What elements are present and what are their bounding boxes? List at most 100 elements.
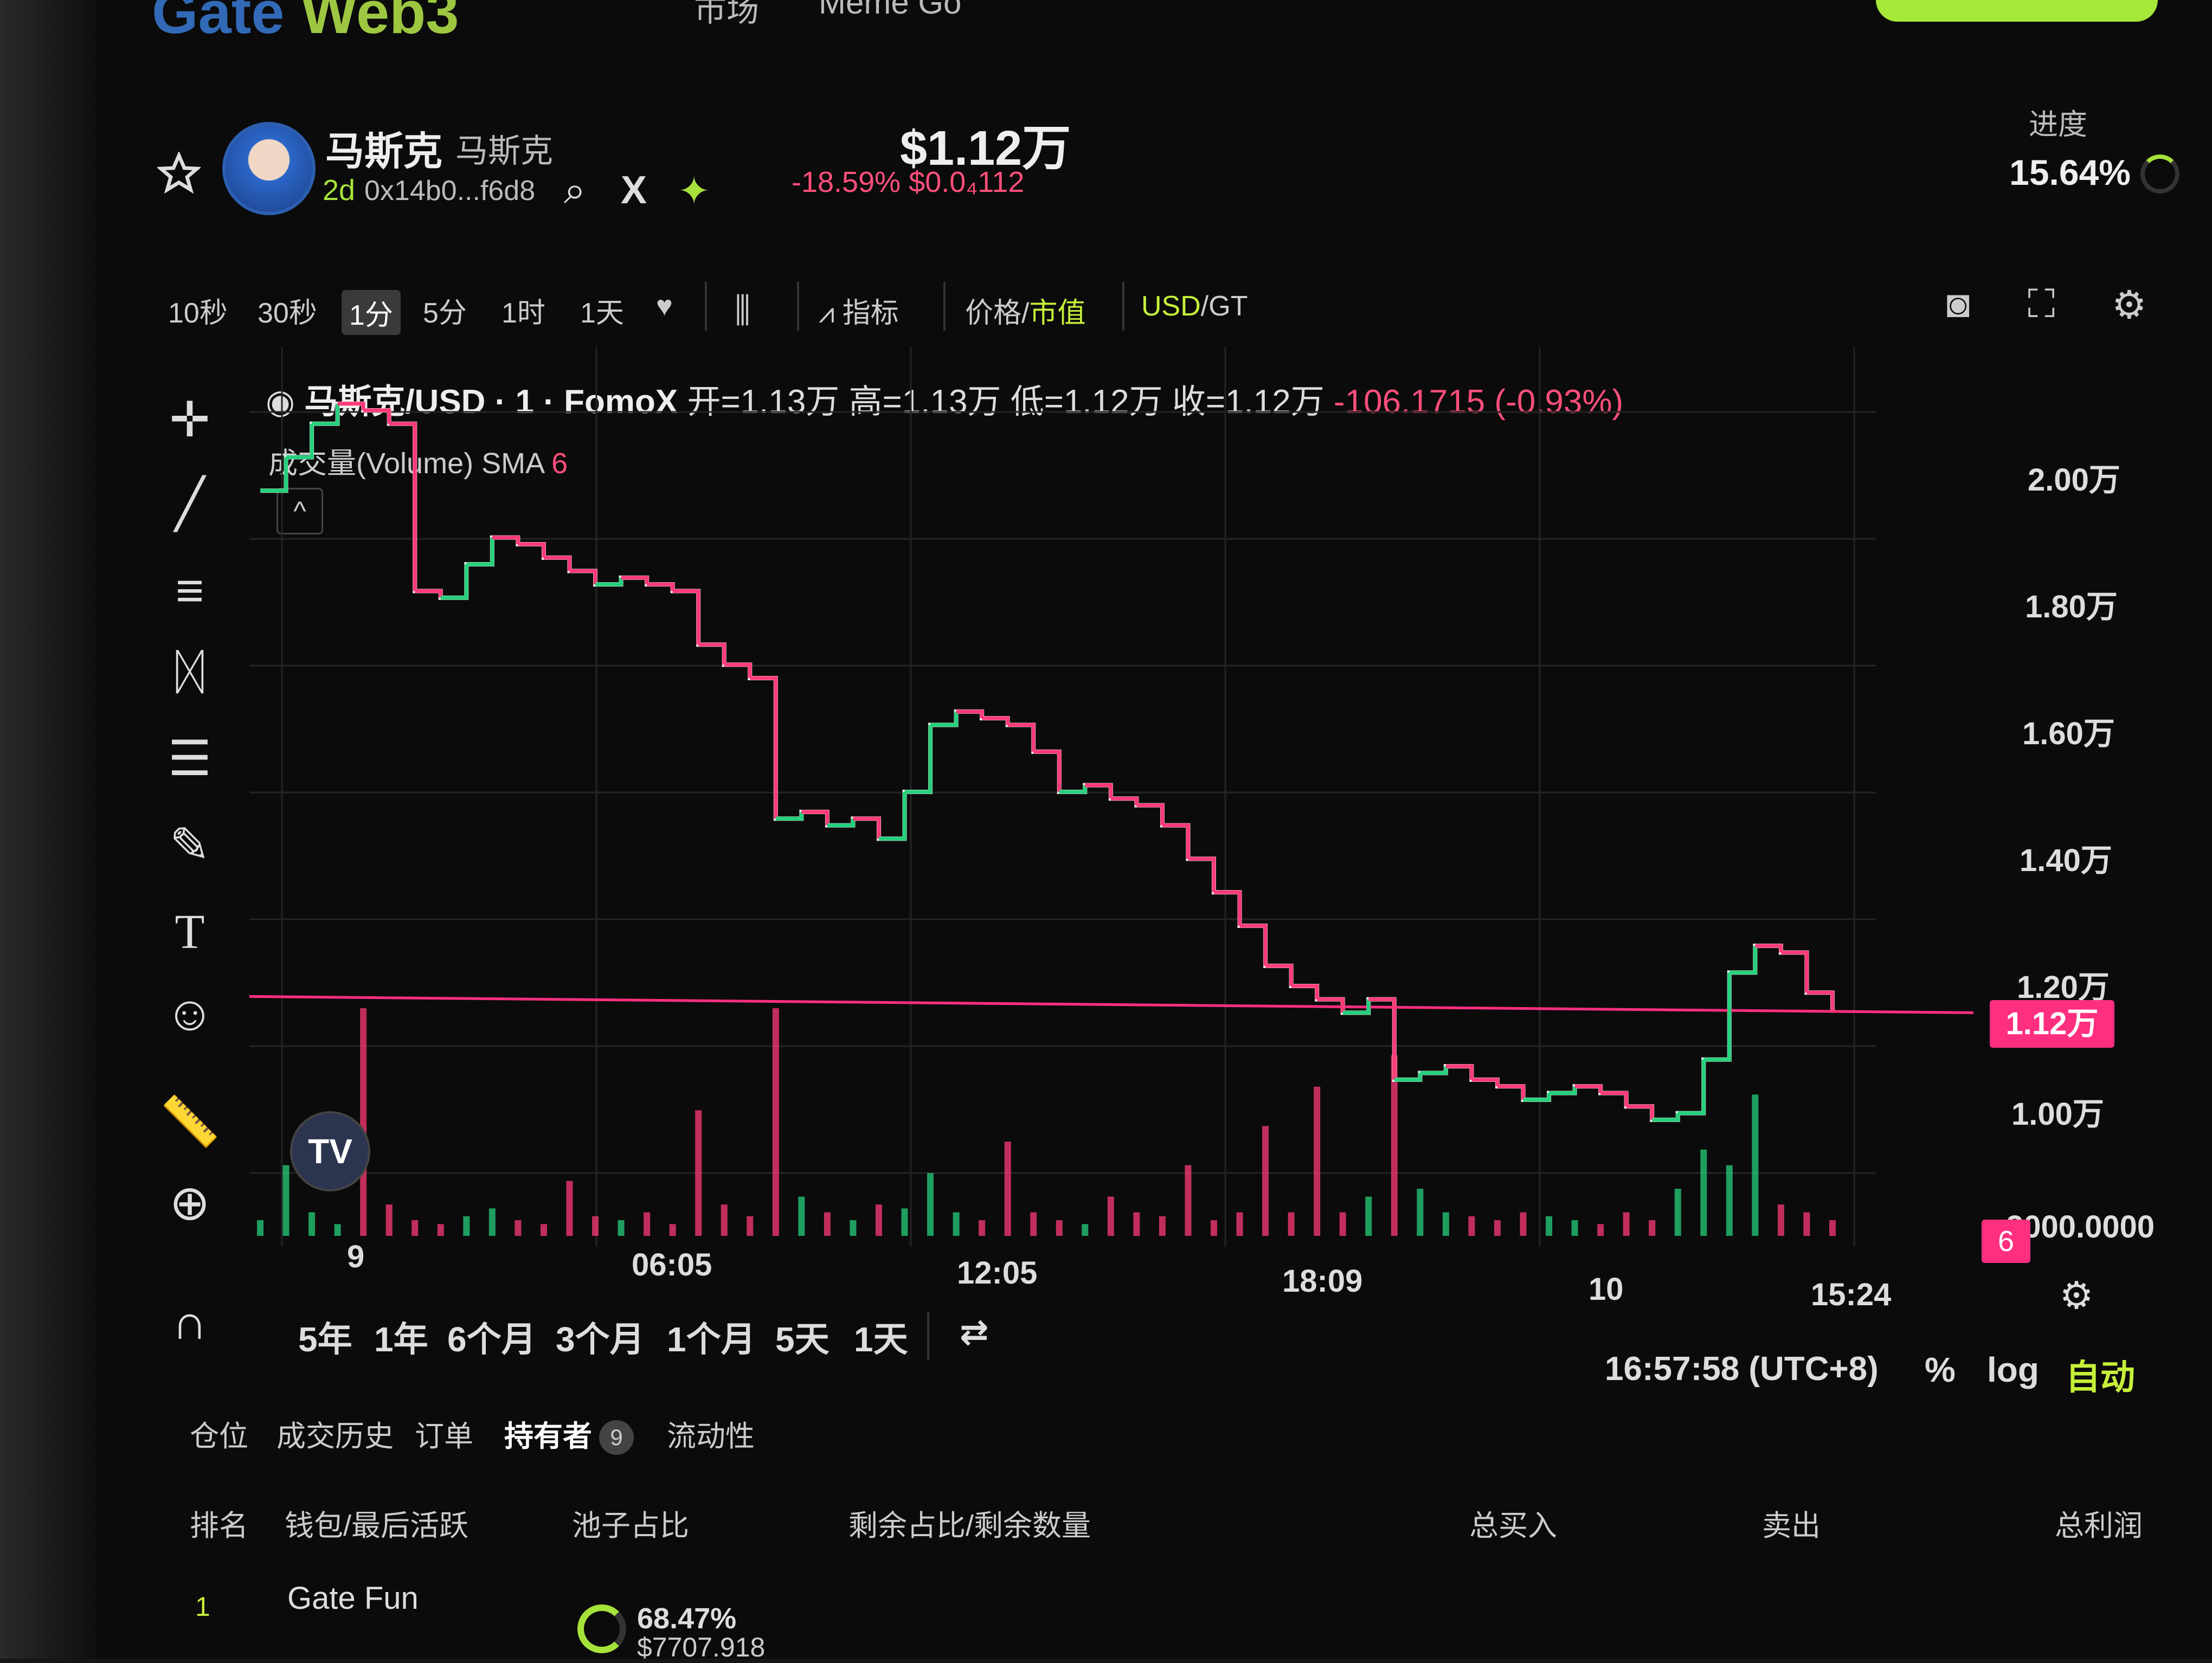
volume-bar — [1752, 1094, 1759, 1236]
range-5y[interactable]: 5年 — [298, 1312, 352, 1362]
volume-bar — [1133, 1212, 1140, 1236]
indicators-button[interactable]: ⩘ 指标 — [819, 290, 899, 331]
volume-bar — [1314, 1086, 1321, 1236]
volume-bar — [1700, 1149, 1707, 1236]
emoji-icon[interactable]: ☺ — [157, 981, 222, 1046]
price-mcap-toggle[interactable]: 价格/市值 — [965, 290, 1085, 331]
price-segment — [1652, 1113, 1680, 1122]
volume-bar — [1339, 1212, 1346, 1236]
crosshair-icon[interactable]: ✛ — [157, 388, 222, 453]
brand-logo[interactable]: Gate Web3 — [152, 0, 459, 47]
log-scale-toggle[interactable]: log — [1987, 1350, 2039, 1390]
volume-bar — [1674, 1189, 1681, 1236]
volume-bar — [1726, 1165, 1733, 1236]
zoom-in-icon[interactable]: ⊕ — [157, 1171, 222, 1236]
x-twitter-icon[interactable]: X — [621, 168, 647, 212]
parallel-lines-icon[interactable]: ≡ — [157, 558, 222, 623]
token-avatar — [222, 122, 316, 215]
connect-wallet-button[interactable] — [1876, 0, 2158, 22]
tab-orders[interactable]: 订单 — [415, 1412, 473, 1455]
volume-bar — [1803, 1212, 1810, 1236]
price-segment — [1188, 856, 1216, 893]
toolbar-divider — [797, 282, 799, 331]
interval-1d[interactable]: 1天 — [580, 290, 624, 331]
trendline-icon[interactable]: ╱ — [157, 472, 222, 537]
price-segment — [492, 536, 520, 544]
col-remaining[interactable]: 剩余占比/剩余数量 — [848, 1501, 1091, 1544]
price-segment — [1239, 924, 1268, 966]
interval-10s[interactable]: 10秒 — [168, 290, 228, 331]
brush-icon[interactable]: ✎ — [157, 813, 222, 878]
favorite-star-icon[interactable] — [157, 152, 201, 195]
nav-market[interactable]: 市场 — [694, 0, 759, 31]
nav-meme-go[interactable]: Meme Go — [819, 0, 961, 21]
col-total-buy[interactable]: 总买入 — [1469, 1501, 1557, 1544]
interval-1h[interactable]: 1时 — [501, 290, 545, 331]
row-rank: 1 — [195, 1591, 210, 1622]
candle-type-icon[interactable]: ⫼ — [735, 290, 750, 331]
magnet-icon[interactable]: ∩ — [157, 1290, 222, 1355]
volume-bar — [1004, 1142, 1011, 1236]
text-tool-icon[interactable]: T — [157, 900, 222, 965]
range-1m[interactable]: 1个月 — [667, 1312, 756, 1362]
volume-bar — [1649, 1220, 1656, 1236]
progress-value: 15.64% — [2009, 152, 2131, 192]
y-tick: 1.40万 — [2020, 843, 2112, 878]
volume-bar — [1262, 1126, 1269, 1236]
search-icon[interactable]: ⌕ — [564, 168, 586, 214]
fib-icon[interactable]: ☰ — [157, 726, 222, 791]
pool-share-ring-icon — [577, 1604, 626, 1653]
volume-bar — [1107, 1196, 1114, 1236]
tab-liquidity[interactable]: 流动性 — [667, 1412, 755, 1455]
camera-icon[interactable]: ◙ — [1946, 282, 1970, 326]
token-age: 2d — [323, 174, 356, 207]
price-chart[interactable] — [249, 347, 1973, 1268]
price-segment — [337, 402, 365, 411]
currency-toggle[interactable]: USD/GT — [1141, 290, 1248, 323]
sparkle-icon[interactable]: ✦ — [678, 168, 710, 214]
x-tick: 9 — [347, 1239, 365, 1274]
volume-bar — [1391, 1055, 1398, 1236]
last-price-line — [249, 995, 1973, 1014]
interval-30s[interactable]: 30秒 — [258, 290, 317, 331]
interval-dropdown-icon[interactable]: ♥ — [656, 290, 673, 323]
range-1y[interactable]: 1年 — [374, 1312, 428, 1362]
price-segment — [904, 725, 933, 794]
range-1d[interactable]: 1天 — [854, 1312, 908, 1362]
tab-holders[interactable]: 持有者 — [504, 1412, 592, 1455]
settings-gear-icon[interactable]: ⚙ — [2112, 282, 2147, 327]
col-total-profit[interactable]: 总利润 — [2055, 1501, 2143, 1544]
volume-bar — [644, 1212, 651, 1236]
range-6m[interactable]: 6个月 — [447, 1312, 536, 1362]
range-3m[interactable]: 3个月 — [556, 1312, 645, 1362]
auto-scale-toggle[interactable]: 自动 — [2066, 1350, 2135, 1400]
volume-bar — [850, 1220, 857, 1236]
price-segment — [1214, 890, 1242, 926]
price-segment — [982, 716, 1010, 725]
range-divider — [927, 1312, 929, 1361]
ruler-icon[interactable]: 📏 — [157, 1090, 222, 1155]
interval-1m[interactable]: 1分 — [342, 290, 401, 335]
fullscreen-icon[interactable]: ⛶ — [2028, 282, 2055, 327]
tab-trade-history[interactable]: 成交历史 — [276, 1412, 394, 1455]
col-sell[interactable]: 卖出 — [1762, 1501, 1821, 1544]
percent-scale-toggle[interactable]: % — [1925, 1350, 1956, 1390]
volume-bar — [1597, 1224, 1604, 1236]
token-subname: 马斯克 — [455, 133, 553, 169]
volume-bar — [282, 1165, 290, 1236]
token-address[interactable]: 0x14b0...f6d8 — [364, 175, 535, 207]
y-tick: 1.80万 — [2025, 589, 2118, 624]
goto-date-icon[interactable]: ⇄ — [960, 1312, 989, 1352]
volume-bar — [1365, 1196, 1372, 1236]
row-wallet[interactable]: Gate Fun — [287, 1580, 419, 1616]
col-rank: 排名 — [190, 1510, 248, 1542]
volume-bar — [257, 1220, 263, 1236]
price-segment — [1368, 997, 1397, 1080]
tab-positions[interactable]: 仓位 — [190, 1412, 248, 1455]
time-readout[interactable]: 16:57:58 (UTC+8) — [1605, 1350, 1879, 1388]
range-5d[interactable]: 5天 — [775, 1312, 829, 1362]
volume-bar — [360, 1008, 367, 1236]
interval-5m[interactable]: 5分 — [423, 290, 467, 331]
pattern-icon[interactable]: ᛞ — [157, 640, 222, 705]
axis-settings-icon[interactable]: ⚙ — [2044, 1263, 2109, 1328]
